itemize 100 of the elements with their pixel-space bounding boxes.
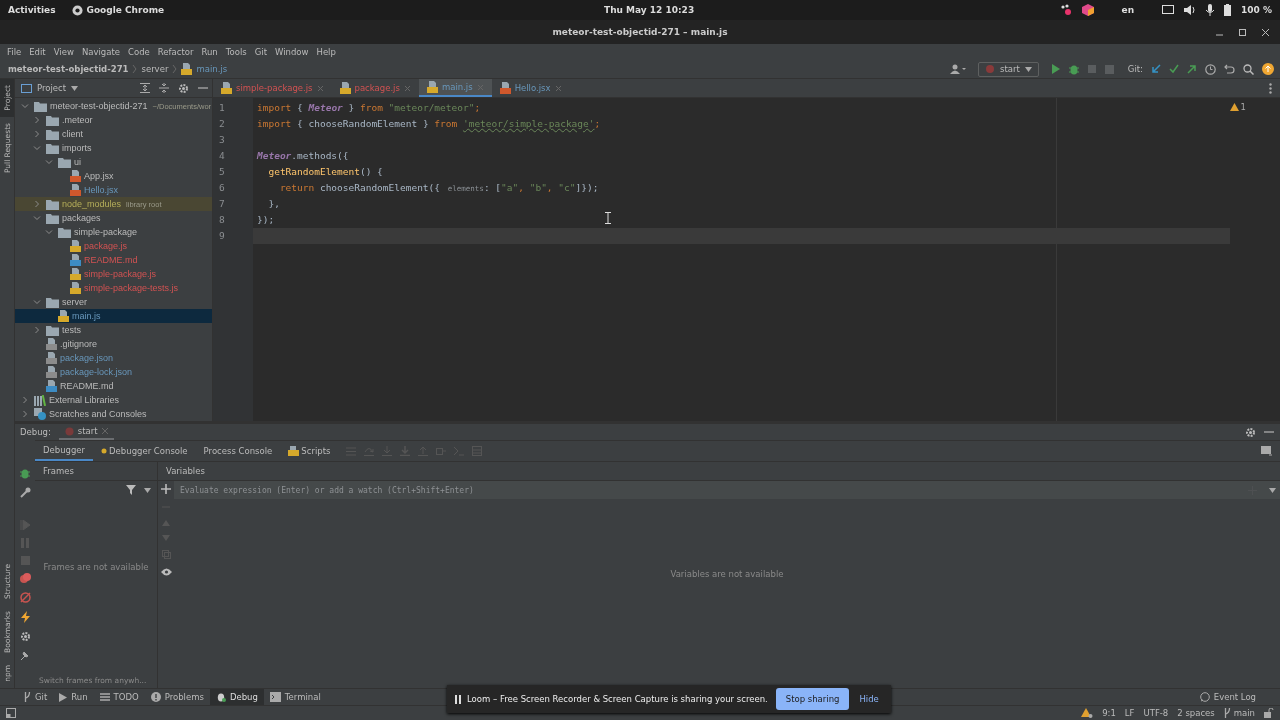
debug-tab[interactable]: Debugger Console <box>93 441 196 461</box>
tree-item[interactable]: client <box>15 127 212 141</box>
battery-icon[interactable] <box>1224 4 1232 16</box>
tool-window-button[interactable]: TODO <box>93 689 145 705</box>
tree-item[interactable]: Hello.jsx <box>15 183 212 197</box>
maximize-icon[interactable] <box>1238 27 1247 37</box>
chevron-down-icon[interactable] <box>33 214 41 222</box>
tool-window-button[interactable]: Problems <box>144 689 210 705</box>
tool-window-button[interactable]: Debug <box>209 689 264 705</box>
microphone-icon[interactable] <box>1206 4 1215 16</box>
event-log-button[interactable]: Event Log <box>1193 689 1262 705</box>
tree-item[interactable]: ui <box>15 155 212 169</box>
tree-item[interactable]: imports <box>15 141 212 155</box>
menu-item[interactable]: Run <box>197 47 222 57</box>
tree-item[interactable]: package-lock.json <box>15 365 212 379</box>
debug-tab[interactable]: Debugger <box>35 441 94 461</box>
tool-window-button[interactable]: Terminal <box>263 689 327 705</box>
pin-icon[interactable] <box>20 650 30 661</box>
tree-item[interactable]: Scratches and Consoles <box>15 407 212 421</box>
stop-sharing-button[interactable]: Stop sharing <box>775 688 850 710</box>
clock-icon[interactable] <box>1205 63 1216 75</box>
expand-all-icon[interactable] <box>140 83 150 93</box>
tool-window-button[interactable]: Git <box>18 689 54 705</box>
menu-item[interactable]: View <box>49 47 78 57</box>
chevron-right-icon[interactable] <box>21 410 29 418</box>
eye-icon[interactable] <box>160 568 172 576</box>
breakpoints-icon[interactable] <box>19 573 31 584</box>
more-icon[interactable] <box>1269 82 1272 94</box>
chevron-right-icon[interactable] <box>33 116 41 124</box>
bug-icon[interactable] <box>1068 63 1079 75</box>
chevron-right-icon[interactable] <box>21 396 29 404</box>
chevron-down-icon[interactable] <box>21 102 29 110</box>
collapse-all-icon[interactable] <box>159 83 169 93</box>
run-config-dropdown[interactable]: start <box>978 61 1039 77</box>
menu-item[interactable]: Help <box>312 47 340 57</box>
menu-item[interactable]: Edit <box>25 47 50 57</box>
wrench-icon[interactable] <box>19 487 31 498</box>
arrow-down-left-icon[interactable] <box>1151 64 1161 74</box>
pause-icon[interactable] <box>455 694 461 704</box>
tree-item[interactable]: External Libraries <box>15 393 212 407</box>
menu-item[interactable]: Git <box>250 47 271 57</box>
tree-item[interactable]: server <box>15 295 212 309</box>
undo-icon[interactable] <box>1224 64 1235 74</box>
breadcrumb-item[interactable]: server <box>141 64 169 74</box>
menu-item[interactable]: Navigate <box>77 47 124 57</box>
lightning-icon[interactable] <box>20 611 30 623</box>
menu-item[interactable]: File <box>3 47 26 57</box>
chevron-down-icon[interactable] <box>45 228 53 236</box>
tree-item[interactable]: README.md <box>15 379 212 393</box>
tree-item[interactable]: packages <box>15 211 212 225</box>
indent-setting[interactable]: 2 spaces <box>1177 708 1215 718</box>
activities-button[interactable]: Activities <box>8 5 56 15</box>
tree-item[interactable]: App.jsx <box>15 169 212 183</box>
session-tab[interactable]: start <box>58 424 114 440</box>
editor-tab[interactable]: Hello.jsx <box>491 79 570 97</box>
lock-icon[interactable] <box>1264 708 1274 718</box>
warning-indicator[interactable]: 1 <box>1229 102 1246 112</box>
settings-icon[interactable] <box>178 82 189 94</box>
tree-item[interactable]: .gitignore <box>15 337 212 351</box>
chevron-right-icon[interactable] <box>33 326 41 334</box>
git-branch[interactable]: main <box>1223 708 1255 718</box>
settings-icon[interactable] <box>1245 426 1256 438</box>
tree-item[interactable]: tests <box>15 323 212 337</box>
search-icon[interactable] <box>1243 63 1254 75</box>
tree-item[interactable]: main.js <box>15 309 212 323</box>
chevron-down-icon[interactable] <box>45 158 53 166</box>
tool-window-button[interactable]: Run <box>53 689 94 705</box>
bug-icon[interactable] <box>20 468 30 479</box>
tree-item[interactable]: .meteor <box>15 113 212 127</box>
tree-item[interactable]: package.json <box>15 351 212 365</box>
debug-tab[interactable]: Process Console <box>195 441 281 461</box>
caret-icon[interactable] <box>1269 487 1276 493</box>
clock[interactable]: Thu May 12 10:23 <box>604 5 695 15</box>
chevron-right-icon[interactable] <box>33 200 41 208</box>
menu-item[interactable]: Refactor <box>153 47 198 57</box>
cube-icon[interactable] <box>1081 4 1094 16</box>
run-icon[interactable] <box>1050 64 1061 74</box>
screen-icon[interactable] <box>1162 5 1175 15</box>
menu-item[interactable]: Window <box>271 47 313 57</box>
hide-button[interactable]: Hide <box>855 694 883 704</box>
file-encoding[interactable]: UTF-8 <box>1143 708 1169 718</box>
stop-icon[interactable] <box>1104 64 1114 74</box>
panel-toggle-icon[interactable] <box>6 708 16 718</box>
breadcrumb-item[interactable]: meteor-test-objectid-271 <box>8 64 129 74</box>
tree-item[interactable]: simple-package <box>15 225 212 239</box>
user-icon[interactable] <box>950 64 967 74</box>
breadcrumb-item[interactable]: main.js <box>196 64 228 74</box>
update-icon[interactable] <box>1262 63 1274 75</box>
chevron-right-icon[interactable] <box>33 130 41 138</box>
chevron-down-icon[interactable] <box>33 144 41 152</box>
settings-icon[interactable] <box>19 631 31 642</box>
check-icon[interactable] <box>1169 64 1179 74</box>
menu-item[interactable]: Code <box>124 47 154 57</box>
project-view-dropdown[interactable]: Project <box>21 83 79 93</box>
app-menu[interactable]: Google Chrome <box>71 4 165 16</box>
language-indicator[interactable]: en <box>1121 5 1135 15</box>
caret-position[interactable]: 9:1 <box>1102 708 1116 718</box>
speaker-icon[interactable] <box>1184 5 1197 15</box>
chevron-down-icon[interactable] <box>33 298 41 306</box>
arrow-up-right-icon[interactable] <box>1187 64 1197 74</box>
